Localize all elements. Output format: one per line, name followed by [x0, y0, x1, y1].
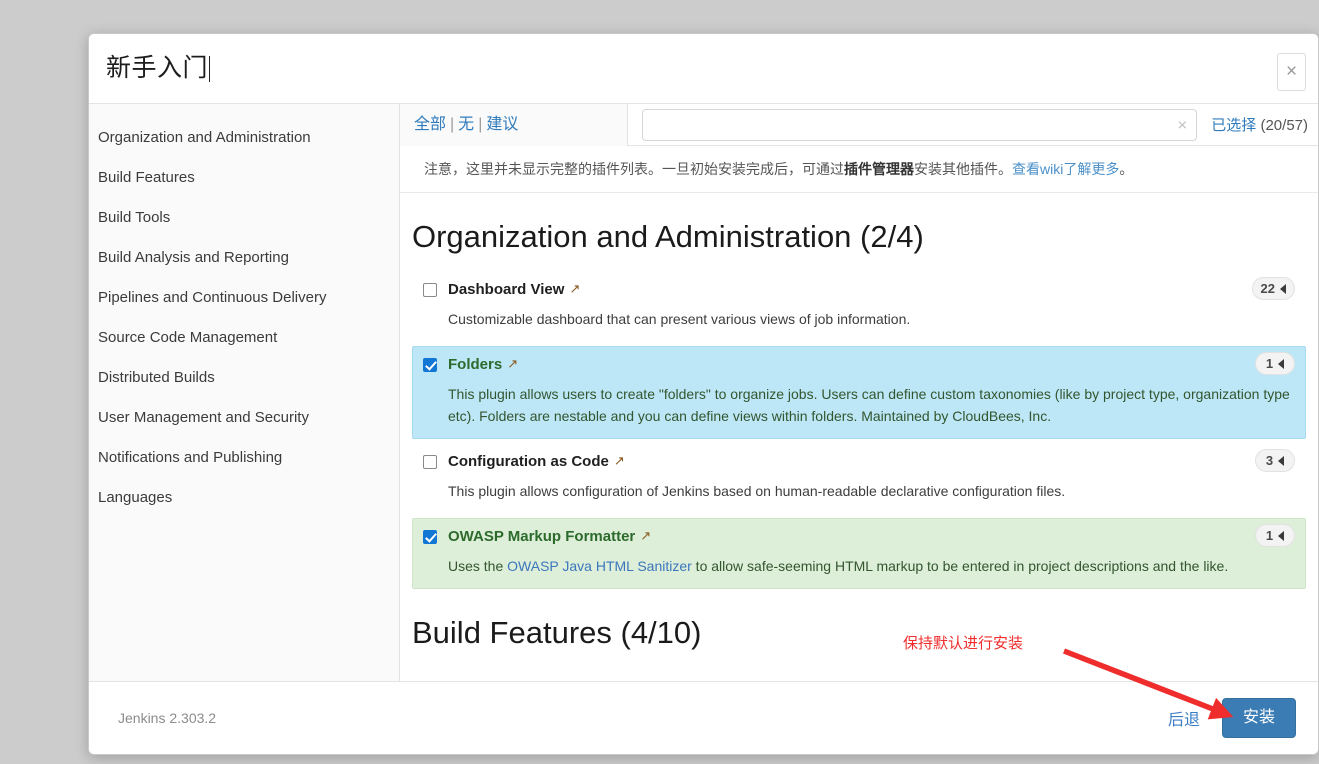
search-wrapper: × — [628, 108, 1211, 141]
plugin-content-column: 全部 | 无 | 建议 × 已选择 (20/57) 注意，这里并未显示完整的插件列表。一… — [400, 103, 1318, 681]
install-button[interactable]: 安装 — [1221, 698, 1296, 738]
plugin-row[interactable]: Dashboard View ↗ Customizable dashboard t… — [412, 271, 1306, 342]
external-link-icon[interactable]: ↗ — [569, 281, 580, 297]
plugin-list-notice: 注意，这里并未显示完整的插件列表。一旦初始安装完成后，可通过插件管理器安装其他插… — [400, 146, 1318, 193]
sidebar-item-languages[interactable]: Languages — [89, 478, 399, 518]
chevron-left-icon — [1278, 358, 1285, 369]
plugin-header: Folders ↗ — [423, 355, 1295, 374]
footer-actions: 后退 安装 — [1168, 698, 1296, 738]
filter-bar: 全部 | 无 | 建议 × 已选择 (20/57) — [400, 103, 1318, 146]
plugin-header: Configuration as Code ↗ — [423, 452, 1295, 471]
notice-text-after: 安装其他插件。 — [914, 161, 1012, 177]
plugin-dependency-count: 3 — [1265, 453, 1274, 468]
plugin-checkbox[interactable] — [423, 283, 437, 297]
plugin-dependency-badge[interactable]: 22 — [1251, 277, 1295, 300]
sidebar-item-notifications-and-publishing[interactable]: Notifications and Publishing — [89, 438, 399, 478]
notice-text-before: 注意，这里并未显示完整的插件列表。一旦初始安装完成后，可通过 — [424, 161, 844, 177]
plugin-description: This plugin allows users to create "fold… — [448, 383, 1293, 427]
filter-suggested-link[interactable]: 建议 — [486, 116, 518, 133]
notice-wiki-link[interactable]: 查看wiki了解更多 — [1012, 161, 1119, 177]
plugin-description-text: Uses the — [448, 558, 508, 574]
chevron-left-icon — [1278, 455, 1285, 466]
category-sidebar: Organization and Administration Build Fe… — [89, 104, 400, 681]
plugin-description-text-2: to allow safe-seeming HTML markup to be … — [691, 558, 1229, 574]
search-input[interactable] — [642, 108, 1198, 141]
plugin-name: OWASP Markup Formatter — [448, 528, 636, 545]
filter-separator-2: | — [478, 115, 483, 133]
selected-count[interactable]: 已选择 (20/57) — [1211, 114, 1310, 135]
plugin-description-text: Customizable dashboard that can present … — [448, 311, 911, 327]
plugin-scroll-area[interactable]: 注意，这里并未显示完整的插件列表。一旦初始安装完成后，可通过插件管理器安装其他插… — [400, 146, 1318, 681]
chevron-left-icon — [1280, 283, 1286, 294]
plugin-description-text: This plugin allows users to create "fold… — [448, 386, 1290, 424]
plugin-dependency-count: 1 — [1265, 356, 1274, 371]
plugin-description: Uses the OWASP Java HTML Sanitizer to al… — [448, 555, 1293, 577]
plugin-name: Dashboard View — [448, 281, 565, 298]
dialog-footer: Jenkins 2.303.2 后退 安装 — [89, 682, 1318, 754]
back-button[interactable]: 后退 — [1168, 706, 1200, 730]
plugin-row[interactable]: Configuration as Code ↗ This plugin allow… — [412, 443, 1306, 514]
plugin-dependency-badge[interactable]: 1 — [1255, 352, 1295, 375]
plugin-header: OWASP Markup Formatter ↗ — [423, 527, 1295, 546]
plugin-dependency-badge[interactable]: 3 — [1255, 449, 1295, 472]
setup-wizard-dialog: 新手入门 × Organization and Administration B… — [88, 33, 1319, 755]
sidebar-item-organization-and-administration[interactable]: Organization and Administration — [89, 118, 399, 158]
jenkins-version-label: Jenkins 2.303.2 — [118, 710, 217, 726]
plugin-row[interactable]: Folders ↗ This plugin allows users to cre… — [412, 346, 1306, 439]
external-link-icon[interactable]: ↗ — [614, 453, 625, 469]
category-organization-and-administration: Organization and Administration (2/4) Da… — [400, 217, 1318, 589]
sidebar-item-build-analysis-and-reporting[interactable]: Build Analysis and Reporting — [89, 238, 399, 278]
plugin-list: Dashboard View ↗ Customizable dashboard t… — [400, 271, 1318, 589]
filter-none-link[interactable]: 无 — [458, 116, 474, 133]
selected-count-value: (20/57) — [1260, 117, 1308, 134]
plugin-name: Folders — [448, 356, 503, 373]
plugin-checkbox[interactable] — [423, 530, 437, 544]
category-title: Organization and Administration (2/4) — [412, 219, 924, 254]
notice-bold-text: 插件管理器 — [844, 161, 914, 177]
filter-links: 全部 | 无 | 建议 — [400, 103, 628, 146]
filter-separator-1: | — [450, 115, 455, 133]
plugin-description-link[interactable]: OWASP Java HTML Sanitizer — [507, 558, 692, 574]
plugin-description: This plugin allows configuration of Jenk… — [448, 480, 1293, 502]
filter-all-link[interactable]: 全部 — [414, 116, 446, 133]
selected-count-label: 已选择 — [1211, 117, 1257, 134]
sidebar-item-user-management-and-security[interactable]: User Management and Security — [89, 398, 399, 438]
plugin-checkbox[interactable] — [423, 455, 437, 469]
sidebar-item-pipelines-and-continuous-delivery[interactable]: Pipelines and Continuous Delivery — [89, 278, 399, 318]
page-title: 新手入门 — [99, 55, 210, 82]
sidebar-item-distributed-builds[interactable]: Distributed Builds — [89, 358, 399, 398]
plugin-checkbox[interactable] — [423, 358, 437, 372]
external-link-icon[interactable]: ↗ — [640, 528, 651, 544]
close-icon[interactable]: × — [1277, 53, 1306, 91]
category-build-features: Build Features (4/10) — [400, 613, 1318, 681]
plugin-description-text: This plugin allows configuration of Jenk… — [448, 483, 1066, 499]
plugin-header: Dashboard View ↗ — [423, 280, 1295, 299]
sidebar-item-build-tools[interactable]: Build Tools — [89, 198, 399, 238]
plugin-dependency-count: 22 — [1260, 281, 1275, 296]
plugin-row[interactable]: OWASP Markup Formatter ↗ Uses the OWASP J… — [412, 518, 1306, 589]
category-title: Build Features (4/10) — [412, 615, 702, 650]
clear-search-icon[interactable]: × — [1177, 116, 1187, 133]
plugin-name: Configuration as Code — [448, 453, 609, 470]
notice-text-end: 。 — [1119, 161, 1134, 177]
sidebar-item-build-features[interactable]: Build Features — [89, 158, 399, 198]
plugin-description: Customizable dashboard that can present … — [448, 308, 1293, 330]
dialog-header: 新手入门 × — [89, 34, 1318, 104]
dialog-body: Organization and Administration Build Fe… — [89, 103, 1318, 682]
plugin-dependency-count: 1 — [1265, 528, 1274, 543]
chevron-left-icon — [1278, 530, 1285, 541]
sidebar-item-source-code-management[interactable]: Source Code Management — [89, 318, 399, 358]
plugin-dependency-badge[interactable]: 1 — [1255, 524, 1295, 547]
external-link-icon[interactable]: ↗ — [507, 356, 518, 372]
